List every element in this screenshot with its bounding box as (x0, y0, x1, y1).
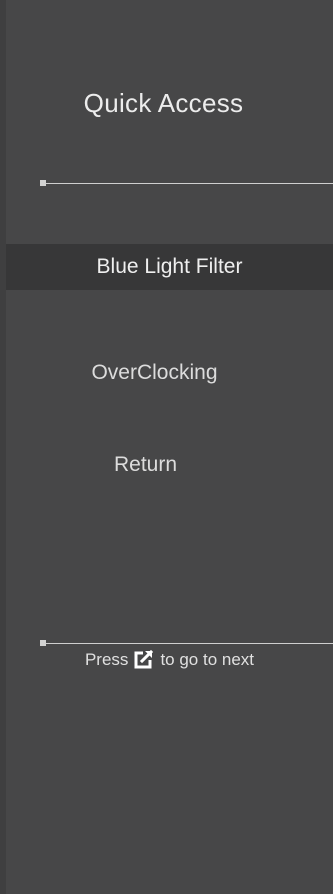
top-divider (40, 180, 333, 186)
divider-marker (40, 180, 46, 186)
panel-title: Quick Access (83, 88, 244, 118)
quick-access-panel: Quick Access Blue Light Filter OverClock… (6, 0, 333, 894)
external-link-icon (134, 649, 154, 669)
bottom-divider (40, 640, 333, 646)
menu-item-return[interactable]: Return (0, 442, 309, 488)
hint-prefix: Press (84, 650, 129, 669)
menu-item-overclocking[interactable]: OverClocking (0, 350, 318, 396)
hint-suffix: to go to next (160, 650, 255, 669)
menu-item-blue-light-filter[interactable]: Blue Light Filter (6, 244, 333, 290)
navigation-hint: Press to go to next (6, 645, 333, 675)
